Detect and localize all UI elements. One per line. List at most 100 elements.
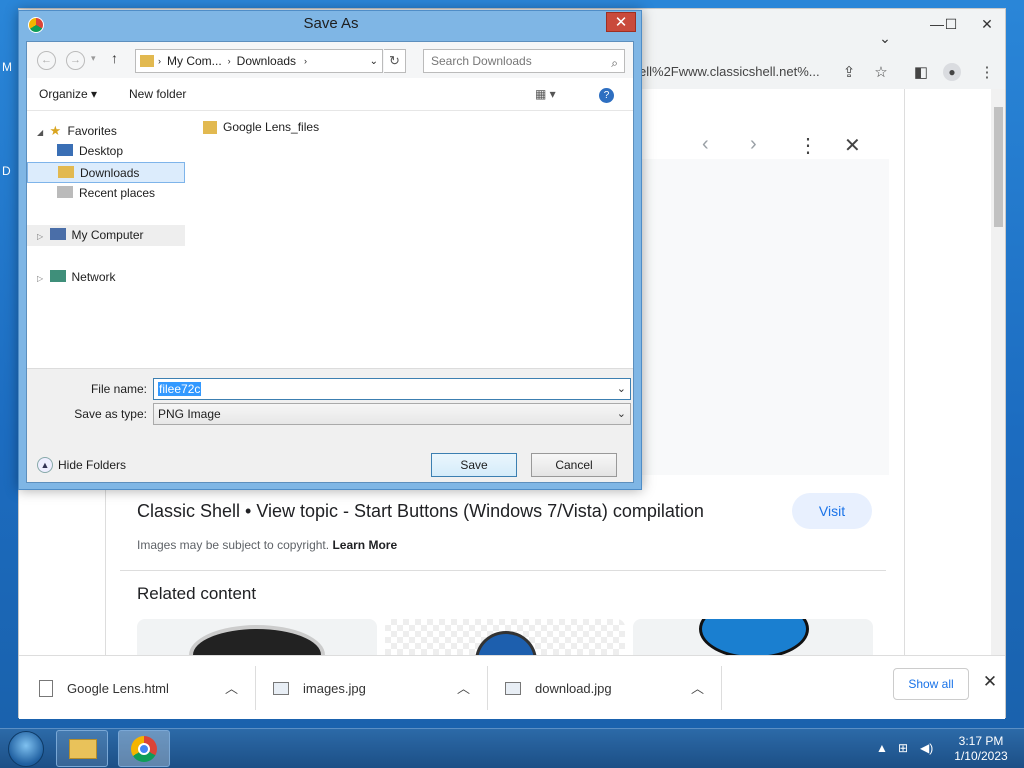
- network-icon: [49, 270, 66, 282]
- nav-my-computer[interactable]: ▷ My Computer: [27, 225, 185, 246]
- organize-menu[interactable]: Organize ▾: [39, 87, 97, 101]
- show-hidden-icons-icon[interactable]: ▲: [876, 741, 888, 755]
- chevron-right-icon: ›: [158, 56, 161, 66]
- download-item[interactable]: images.jpg: [273, 656, 366, 720]
- cancel-button[interactable]: Cancel: [531, 453, 617, 477]
- folder-icon: [203, 120, 217, 134]
- forward-icon[interactable]: →: [66, 51, 85, 70]
- chevron-right-icon: ›: [304, 56, 308, 66]
- clock-date: 1/10/2023: [954, 749, 1008, 763]
- related-thumbnail[interactable]: [633, 619, 873, 655]
- omnibox-url[interactable]: ell%2Fwww.classicshell.net%...: [639, 60, 835, 84]
- hide-folders-button[interactable]: ▲ Hide Folders: [37, 457, 126, 473]
- profile-icon[interactable]: ●: [943, 63, 961, 81]
- search-placeholder: Search Downloads: [431, 54, 532, 68]
- chevron-right-icon[interactable]: ›: [750, 133, 757, 156]
- desktop-icon-label[interactable]: M: [2, 60, 12, 74]
- file-item[interactable]: Google Lens_files: [203, 120, 319, 134]
- scrollbar-thumb[interactable]: [994, 107, 1003, 227]
- result-title[interactable]: Classic Shell • View topic - Start Butto…: [137, 501, 704, 522]
- close-button[interactable]: ✕: [606, 12, 636, 32]
- nav-desktop[interactable]: Desktop: [27, 141, 185, 162]
- nav-network[interactable]: ▷ Network: [27, 267, 185, 288]
- network-icon[interactable]: ⊞: [898, 741, 908, 755]
- star-icon[interactable]: ☆: [871, 63, 891, 83]
- tab-search-chevron-icon[interactable]: ⌄: [875, 29, 895, 47]
- view-options-icon[interactable]: ▦ ▾: [535, 87, 556, 101]
- file-name-label: File name:: [90, 382, 147, 396]
- save-as-dialog: Save As ✕ ← → ▾ ↑ › My Com... › Download…: [18, 10, 642, 490]
- learn-more-link[interactable]: Learn More: [332, 538, 397, 552]
- menu-icon[interactable]: ⋮: [977, 63, 997, 83]
- close-icon[interactable]: ✕: [844, 133, 861, 158]
- up-icon[interactable]: ↑: [111, 50, 118, 66]
- download-filename: download.jpg: [535, 680, 612, 696]
- folder-icon: [140, 55, 154, 67]
- breadcrumb-folder[interactable]: Downloads: [237, 54, 296, 68]
- recent-locations-icon[interactable]: ▾: [91, 53, 96, 64]
- command-bar: Organize ▾ New folder ▦ ▾ ?: [27, 79, 633, 111]
- download-item[interactable]: Google Lens.html: [39, 656, 169, 720]
- chevron-up-icon[interactable]: ︿: [225, 678, 238, 697]
- related-thumbnail[interactable]: [137, 619, 377, 655]
- chevron-up-icon[interactable]: ︿: [691, 678, 704, 697]
- search-input[interactable]: Search Downloads ⌕: [423, 49, 625, 73]
- refresh-icon[interactable]: ↻: [384, 49, 406, 73]
- file-name-input[interactable]: filee72c ⌄: [153, 378, 631, 400]
- back-icon[interactable]: ←: [37, 51, 56, 70]
- help-icon[interactable]: ?: [599, 88, 614, 103]
- downloads-folder-icon: [58, 166, 74, 178]
- chevron-left-icon[interactable]: ‹: [702, 133, 709, 156]
- copyright-text: Images may be subject to copyright.: [137, 538, 330, 552]
- show-all-button[interactable]: Show all: [893, 668, 969, 700]
- star-icon: ★: [49, 123, 62, 138]
- related-content-heading: Related content: [137, 584, 257, 603]
- file-icon: [39, 679, 53, 697]
- desktop-icon-label[interactable]: D: [2, 164, 11, 178]
- breadcrumb-root[interactable]: My Com...: [167, 54, 222, 68]
- dialog-body: ← → ▾ ↑ › My Com... › Downloads › ⌄ ↻ Se…: [26, 41, 634, 483]
- nav-recent-places[interactable]: Recent places: [27, 183, 185, 204]
- close-button[interactable]: ✕: [977, 15, 997, 33]
- share-icon[interactable]: ⇪: [839, 63, 859, 83]
- search-icon: ⌕: [611, 56, 618, 70]
- navigation-pane: ◢ ★ Favorites Desktop Downloads Recent p…: [27, 112, 187, 368]
- taskbar: ▲ ⊞ ◀) 3:17 PM 1/10/2023: [0, 728, 1024, 768]
- download-filename: Google Lens.html: [67, 680, 169, 696]
- save-options: File name: filee72c ⌄ Save as type: PNG …: [27, 368, 633, 482]
- chevron-down-icon[interactable]: ⌄: [617, 379, 626, 399]
- chevron-up-icon: ▲: [37, 457, 53, 473]
- chevron-down-icon[interactable]: ⌄: [370, 56, 378, 67]
- divider: [120, 570, 886, 571]
- related-thumbnail[interactable]: [385, 619, 625, 655]
- nav-favorites[interactable]: ◢ ★ Favorites: [27, 120, 185, 141]
- sidepanel-icon[interactable]: ◧: [911, 63, 931, 83]
- clock-time: 3:17 PM: [958, 734, 1004, 748]
- file-name: Google Lens_files: [223, 120, 320, 134]
- nav-downloads[interactable]: Downloads: [27, 162, 185, 183]
- save-button[interactable]: Save: [431, 453, 517, 477]
- download-item[interactable]: download.jpg: [505, 656, 612, 720]
- address-row: ← → ▾ ↑ › My Com... › Downloads › ⌄ ↻ Se…: [27, 42, 633, 78]
- dialog-title: Save As: [303, 15, 359, 32]
- image-file-icon: [505, 681, 521, 695]
- address-bar[interactable]: › My Com... › Downloads › ⌄: [135, 49, 383, 73]
- clock[interactable]: 3:17 PM 1/10/2023: [946, 734, 1016, 764]
- download-filename: images.jpg: [303, 680, 366, 696]
- desktop-icon: [57, 144, 73, 156]
- copyright-notice: Images may be subject to copyright. Lear…: [137, 538, 397, 552]
- new-folder-button[interactable]: New folder: [129, 87, 186, 101]
- more-icon[interactable]: ⋮: [798, 133, 818, 158]
- close-icon[interactable]: ✕: [981, 672, 999, 692]
- save-as-type-select[interactable]: PNG Image ⌄: [153, 403, 631, 425]
- chrome-taskbar-icon[interactable]: [118, 730, 170, 767]
- start-button[interactable]: [8, 731, 44, 767]
- chevron-right-icon: ›: [227, 56, 231, 66]
- chevron-up-icon[interactable]: ︿: [457, 678, 470, 697]
- volume-icon[interactable]: ◀): [920, 741, 933, 755]
- visit-button[interactable]: Visit: [792, 493, 872, 529]
- maximize-button[interactable]: ☐: [941, 15, 961, 33]
- image-file-icon: [273, 681, 289, 695]
- recent-places-icon: [57, 186, 73, 198]
- explorer-taskbar-icon[interactable]: [56, 730, 108, 767]
